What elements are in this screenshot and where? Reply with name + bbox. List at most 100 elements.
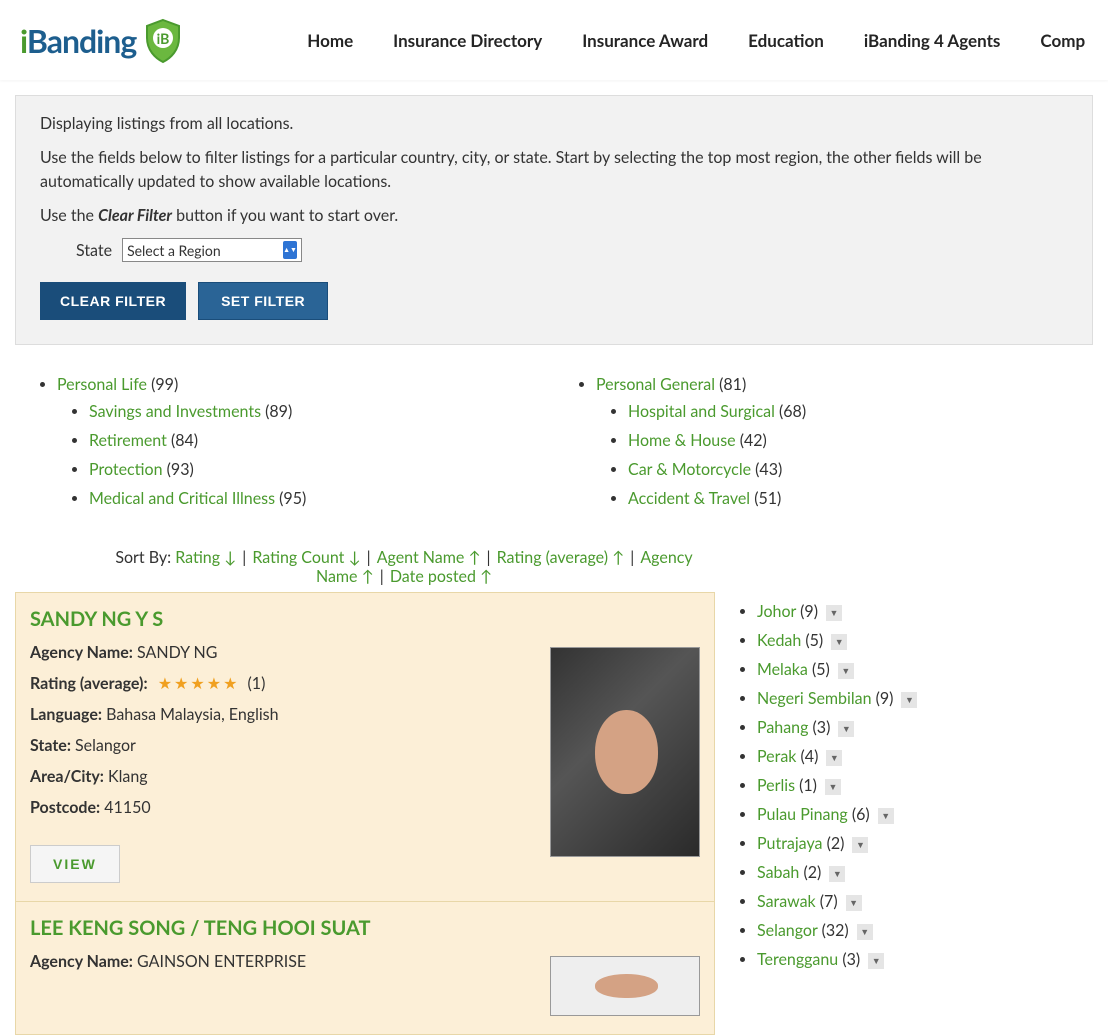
expand-icon[interactable]: ▼ xyxy=(826,605,842,621)
state-link[interactable]: Kedah xyxy=(757,631,801,650)
filter-text-2: Use the fields below to filter listings … xyxy=(40,146,1068,194)
cat-personal-general[interactable]: Personal General xyxy=(596,375,715,394)
language-label: Language: xyxy=(30,705,102,724)
state-item: Perak (4) ▼ xyxy=(757,747,985,766)
state-count: (9) xyxy=(872,689,894,708)
agent-photo xyxy=(550,647,700,857)
nav-education[interactable]: Education xyxy=(748,30,824,51)
state-count: (2) xyxy=(799,863,821,882)
listing-title[interactable]: SANDY NG Y S xyxy=(30,607,550,631)
state-link[interactable]: Sarawak xyxy=(757,892,816,911)
language-value: Bahasa Malaysia, English xyxy=(106,705,278,724)
expand-icon[interactable]: ▼ xyxy=(878,808,894,824)
state-item: Selangor (32)▼ xyxy=(757,921,985,940)
expand-icon[interactable]: ▼ xyxy=(831,634,847,650)
postcode-value: 41150 xyxy=(104,798,150,817)
cat-medical[interactable]: Medical and Critical Illness xyxy=(89,489,275,508)
view-button[interactable]: VIEW xyxy=(30,845,120,883)
state-count: (5) xyxy=(801,631,823,650)
set-filter-button[interactable]: SET FILTER xyxy=(198,282,328,320)
cat-hospital[interactable]: Hospital and Surgical xyxy=(628,402,775,421)
star-icon: ★ xyxy=(223,674,237,693)
city-label: Area/City: xyxy=(30,767,104,786)
expand-icon[interactable]: ▼ xyxy=(846,895,862,911)
main-nav: Home Insurance Directory Insurance Award… xyxy=(307,30,1085,51)
state-link[interactable]: Selangor xyxy=(757,921,818,940)
svg-text:iB: iB xyxy=(157,30,170,47)
state-count: (6) xyxy=(848,805,870,824)
sidebar-states: Johor (9)▼Kedah (5)▼Melaka (5)▼Negeri Se… xyxy=(735,592,985,1035)
postcode-label: Postcode: xyxy=(30,798,100,817)
sort-rating-avg[interactable]: Rating (average) ↑ xyxy=(497,548,624,567)
clear-filter-button[interactable]: CLEAR FILTER xyxy=(40,282,186,320)
sort-date-posted[interactable]: Date posted ↑ xyxy=(390,567,492,586)
filter-panel: Displaying listings from all locations. … xyxy=(15,95,1093,345)
state-count: (32) xyxy=(818,921,849,940)
agency-value: GAINSON ENTERPRISE xyxy=(137,952,306,971)
nav-comp[interactable]: Comp xyxy=(1040,30,1085,51)
state-link[interactable]: Sabah xyxy=(757,863,799,882)
state-label: State: xyxy=(30,736,71,755)
expand-icon[interactable]: ▼ xyxy=(838,663,854,679)
agency-label: Agency Name: xyxy=(30,643,133,662)
state-count: (4) xyxy=(796,747,818,766)
state-item: Terengganu (3) ▼ xyxy=(757,950,985,969)
expand-icon[interactable]: ▼ xyxy=(901,692,917,708)
select-arrows-icon: ▲▼ xyxy=(283,241,297,259)
star-icon: ★ xyxy=(158,674,172,693)
nav-home[interactable]: Home xyxy=(307,30,353,51)
state-count: (3) xyxy=(808,718,830,737)
state-item: Kedah (5) ▼ xyxy=(757,631,985,650)
listing-card: SANDY NG Y S Agency Name: SANDY NG Ratin… xyxy=(15,592,715,902)
state-count: (5) xyxy=(808,660,830,679)
nav-ibanding-4-agents[interactable]: iBanding 4 Agents xyxy=(864,30,1001,51)
state-count: (3) xyxy=(838,950,860,969)
sort-agent-name[interactable]: Agent Name ↑ xyxy=(377,548,481,567)
state-value: Selangor xyxy=(75,736,136,755)
cat-car[interactable]: Car & Motorcycle xyxy=(628,460,751,479)
site-header: iBanding iB Home Insurance Directory Ins… xyxy=(0,0,1108,80)
state-link[interactable]: Melaka xyxy=(757,660,808,679)
rating-label: Rating (average): xyxy=(30,674,148,693)
state-link[interactable]: Putrajaya xyxy=(757,834,822,853)
expand-icon[interactable]: ▼ xyxy=(868,953,884,969)
cat-savings[interactable]: Savings and Investments xyxy=(89,402,261,421)
state-link[interactable]: Negeri Sembilan xyxy=(757,689,872,708)
state-link[interactable]: Perlis xyxy=(757,776,795,795)
nav-insurance-directory[interactable]: Insurance Directory xyxy=(393,30,542,51)
sort-label: Sort By: xyxy=(115,548,175,567)
expand-icon[interactable]: ▼ xyxy=(826,750,842,766)
expand-icon[interactable]: ▼ xyxy=(852,837,868,853)
state-count: (7) xyxy=(816,892,838,911)
state-item: Sabah (2) ▼ xyxy=(757,863,985,882)
category-columns: Personal Life (99) Savings and Investmen… xyxy=(0,345,1108,528)
cat-home[interactable]: Home & House xyxy=(628,431,736,450)
cat-accident[interactable]: Accident & Travel xyxy=(628,489,750,508)
filter-text-1: Displaying listings from all locations. xyxy=(40,112,1068,136)
state-link[interactable]: Pahang xyxy=(757,718,808,737)
shield-icon: iB xyxy=(139,16,187,64)
filter-text-3: Use the Clear Filter button if you want … xyxy=(40,204,1068,228)
rating-count: (1) xyxy=(248,674,266,693)
state-link[interactable]: Terengganu xyxy=(757,950,838,969)
cat-protection[interactable]: Protection xyxy=(89,460,163,479)
expand-icon[interactable]: ▼ xyxy=(829,866,845,882)
state-select[interactable]: Select a Region ▲▼ xyxy=(122,238,302,262)
sort-rating-count[interactable]: Rating Count ↓ xyxy=(252,548,360,567)
state-count: (9) xyxy=(796,602,818,621)
state-count: (2) xyxy=(822,834,844,853)
listings: SANDY NG Y S Agency Name: SANDY NG Ratin… xyxy=(15,592,715,1035)
expand-icon[interactable]: ▼ xyxy=(838,721,854,737)
state-link[interactable]: Perak xyxy=(757,747,796,766)
agent-photo xyxy=(550,956,700,1016)
expand-icon[interactable]: ▼ xyxy=(825,779,841,795)
listing-title[interactable]: LEE KENG SONG / TENG HOOI SUAT xyxy=(30,916,550,940)
state-link[interactable]: Pulau Pinang xyxy=(757,805,848,824)
state-label: State xyxy=(76,241,112,260)
cat-retirement[interactable]: Retirement xyxy=(89,431,167,450)
logo[interactable]: iBanding iB xyxy=(20,16,187,64)
nav-insurance-award[interactable]: Insurance Award xyxy=(582,30,708,51)
state-link[interactable]: Johor xyxy=(757,602,796,621)
cat-personal-life[interactable]: Personal Life xyxy=(57,375,147,394)
sort-rating[interactable]: Rating ↓ xyxy=(175,548,236,567)
